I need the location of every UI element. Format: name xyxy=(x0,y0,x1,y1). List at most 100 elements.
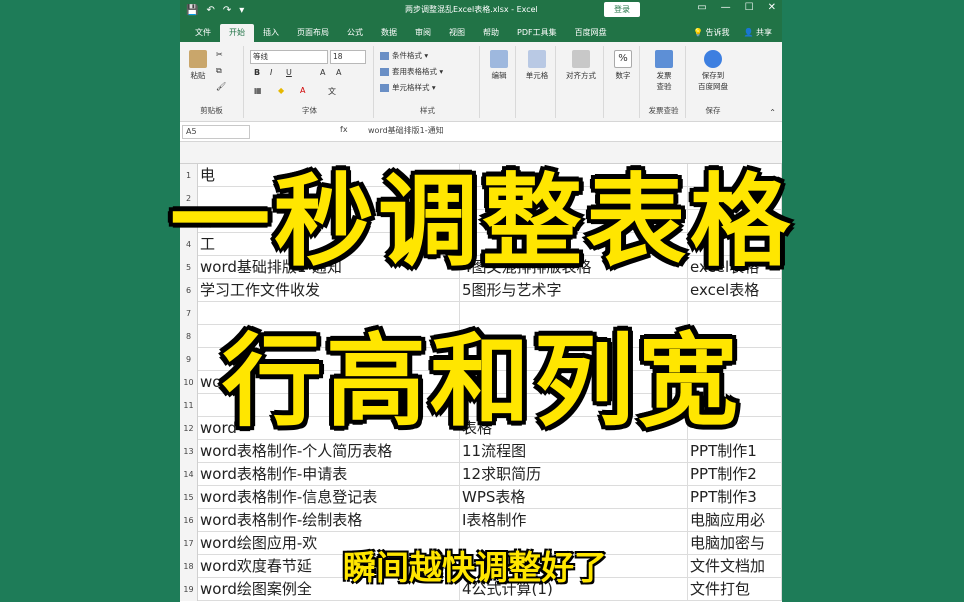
cell-c[interactable]: 电脑应用必 xyxy=(688,509,782,532)
ribbon-tabs: 文件 开始 插入 页面布局 公式 数据 审阅 视图 帮助 PDF工具集 百度网盘… xyxy=(180,20,782,42)
font-color-icon[interactable]: A xyxy=(300,86,305,95)
fill-color-icon[interactable]: ◆ xyxy=(278,86,284,95)
share-button[interactable]: 👤 共享 xyxy=(743,24,772,42)
ribbon-display-icon[interactable]: ▭ xyxy=(697,2,706,13)
cell-c[interactable]: PPT制作2 xyxy=(688,463,782,486)
row-header[interactable]: 16 xyxy=(180,509,198,532)
cell-b[interactable]: 12求职简历 xyxy=(460,463,688,486)
cell-c[interactable]: 文件文档加 xyxy=(688,555,782,578)
invoice-label-1: 发票 xyxy=(656,71,672,80)
cell-c[interactable]: 电脑加密与 xyxy=(688,532,782,555)
cell-c[interactable]: 文件打包 xyxy=(688,578,782,601)
tab-baidu-netdisk[interactable]: 百度网盘 xyxy=(566,24,616,42)
tabs-right: 💡 告诉我 👤 共享 xyxy=(693,24,782,42)
cell-a[interactable]: word表格制作-绘制表格 xyxy=(198,509,460,532)
tab-help[interactable]: 帮助 xyxy=(474,24,508,42)
tab-insert[interactable]: 插入 xyxy=(254,24,288,42)
bold-button[interactable]: B xyxy=(254,68,260,77)
editing-group: 编辑 xyxy=(482,46,516,118)
paste-button[interactable]: 粘贴 xyxy=(183,50,213,81)
invoice-icon xyxy=(655,50,673,68)
styles-group: 条件格式 ▾ 套用表格格式 ▾ 单元格样式 ▾ 样式 xyxy=(376,46,480,118)
fx-icon[interactable]: fx xyxy=(340,125,348,134)
conditional-format-button[interactable]: 条件格式 ▾ xyxy=(380,50,428,61)
editing-button[interactable]: 编辑 xyxy=(484,50,514,81)
number-group: % 数字 xyxy=(606,46,640,118)
invoice-check-button[interactable]: 发票 查验 xyxy=(649,50,679,92)
italic-button[interactable]: I xyxy=(270,68,272,77)
cell-a[interactable]: word表格制作-信息登记表 xyxy=(198,486,460,509)
invoice-group: 发票 查验 发票查验 xyxy=(642,46,686,118)
underline-button[interactable]: U xyxy=(286,68,292,77)
save-group: 保存到 百度网盘 保存 xyxy=(688,46,738,118)
tab-formulas[interactable]: 公式 xyxy=(338,24,372,42)
login-button[interactable]: 登录 xyxy=(604,2,640,17)
table-row: 14 word表格制作-申请表 12求职简历 PPT制作2 xyxy=(180,463,782,486)
alignment-label: 对齐方式 xyxy=(566,71,596,80)
table-format-button[interactable]: 套用表格格式 ▾ xyxy=(380,66,443,77)
tell-me[interactable]: 💡 告诉我 xyxy=(693,24,730,42)
cells-group: 单元格 xyxy=(518,46,556,118)
maximize-icon[interactable]: ☐ xyxy=(745,2,754,13)
minimize-icon[interactable]: — xyxy=(721,2,731,13)
editing-label: 编辑 xyxy=(491,71,507,80)
tab-pdf-tools[interactable]: PDF工具集 xyxy=(508,24,566,42)
headline-line-2: 行高和列宽 xyxy=(222,323,742,440)
collapse-ribbon-icon[interactable]: ⌃ xyxy=(769,108,776,117)
baidu-cloud-icon xyxy=(704,50,722,68)
name-box[interactable]: A5 xyxy=(182,125,250,139)
font-size-combo[interactable]: 18 xyxy=(330,50,366,64)
tab-file[interactable]: 文件 xyxy=(186,24,220,42)
cell-b[interactable]: WPS表格 xyxy=(460,486,688,509)
decrease-font-button[interactable]: A xyxy=(336,68,341,77)
clipboard-group-label: 剪贴板 xyxy=(200,106,223,115)
increase-font-button[interactable]: A xyxy=(320,68,325,77)
format-painter-icon[interactable]: 🖌 xyxy=(216,82,226,91)
customize-icon[interactable]: ▾ xyxy=(239,5,244,16)
invoice-group-label: 发票查验 xyxy=(648,106,679,115)
alignment-button[interactable]: 对齐方式 xyxy=(566,50,596,81)
phonetic-icon[interactable]: 文 xyxy=(328,86,336,97)
title-bar: 💾 ↶ ↷ ▾ 两步调整混乱Excel表格.xlsx - Excel 登录 ▭ … xyxy=(180,0,782,20)
cells-label: 单元格 xyxy=(525,71,549,80)
save-to-baidu-button[interactable]: 保存到 百度网盘 xyxy=(694,50,732,92)
row-header[interactable]: 14 xyxy=(180,463,198,486)
close-icon[interactable]: ✕ xyxy=(768,2,776,13)
cell-a[interactable]: word表格制作-申请表 xyxy=(198,463,460,486)
save-icon[interactable]: 💾 xyxy=(186,5,198,16)
number-button[interactable]: % 数字 xyxy=(608,50,638,81)
conditional-format-icon xyxy=(380,52,389,60)
row-header[interactable]: 17 xyxy=(180,532,198,555)
formula-bar: A5 fx word基础排版1-通知 xyxy=(180,122,782,142)
styles-group-label: 样式 xyxy=(420,106,435,115)
copy-icon[interactable]: ⧉ xyxy=(216,66,222,76)
cells-button[interactable]: 单元格 xyxy=(522,50,552,81)
tell-me-label: 告诉我 xyxy=(705,28,730,37)
tab-view[interactable]: 视图 xyxy=(440,24,474,42)
percent-icon: % xyxy=(614,50,632,68)
tab-review[interactable]: 审阅 xyxy=(406,24,440,42)
undo-icon[interactable]: ↶ xyxy=(206,5,214,16)
paste-icon xyxy=(189,50,207,68)
number-label: 数字 xyxy=(615,71,631,80)
tab-page-layout[interactable]: 页面布局 xyxy=(288,24,338,42)
formula-input[interactable]: word基础排版1-通知 xyxy=(368,125,444,136)
save-baidu-label-1: 保存到 xyxy=(701,71,725,80)
row-header[interactable]: 19 xyxy=(180,578,198,601)
cut-icon[interactable]: ✂ xyxy=(216,50,223,59)
font-name-combo[interactable]: 等线 xyxy=(250,50,328,64)
cell-b[interactable]: I表格制作 xyxy=(460,509,688,532)
quick-access-toolbar: 💾 ↶ ↷ ▾ xyxy=(180,5,244,16)
redo-icon[interactable]: ↷ xyxy=(223,5,231,16)
row-header[interactable]: 15 xyxy=(180,486,198,509)
row-header[interactable]: 18 xyxy=(180,555,198,578)
tab-home[interactable]: 开始 xyxy=(220,24,254,42)
ribbon: 粘贴 ✂ ⧉ 🖌 剪贴板 等线 18 B I U A A ▦ ◆ A 文 字体 … xyxy=(180,42,782,122)
tab-data[interactable]: 数据 xyxy=(372,24,406,42)
cell-c[interactable]: PPT制作3 xyxy=(688,486,782,509)
cell-styles-icon xyxy=(380,84,389,92)
border-icon[interactable]: ▦ xyxy=(254,86,262,95)
cell-styles-button[interactable]: 单元格样式 ▾ xyxy=(380,82,436,93)
paste-label: 粘贴 xyxy=(190,71,206,80)
subtitle-caption: 瞬间越快调整好了 xyxy=(343,548,607,587)
